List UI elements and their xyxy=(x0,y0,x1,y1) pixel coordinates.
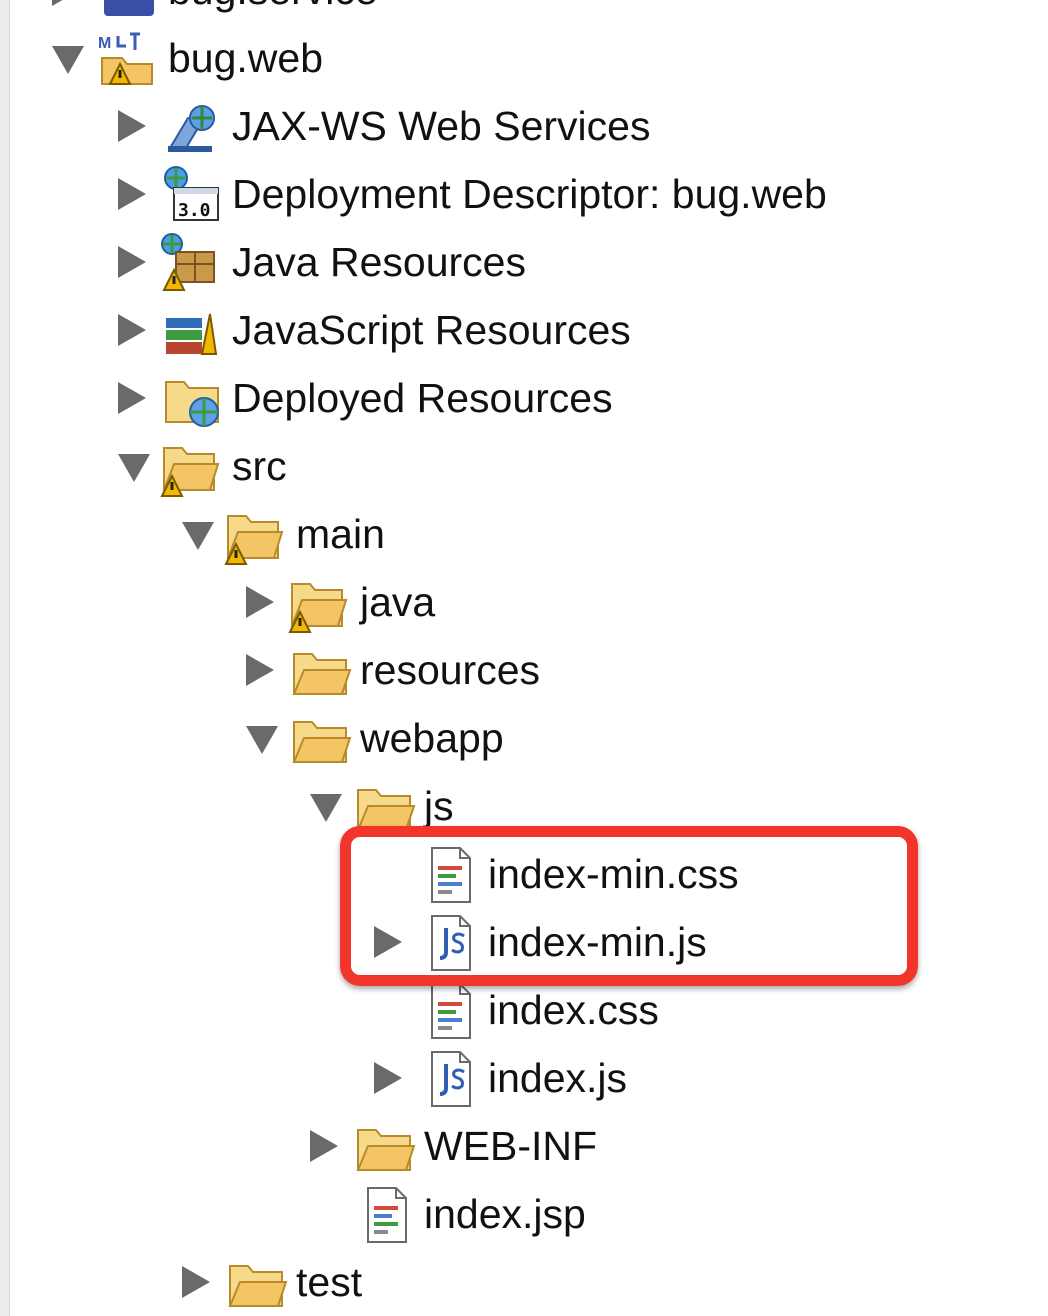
css-file-icon xyxy=(420,980,482,1042)
highlight-annotation-box xyxy=(340,826,918,986)
folder-icon xyxy=(290,708,352,770)
collapse-arrow-icon[interactable] xyxy=(182,522,214,550)
tree-row-label: index.js xyxy=(488,1055,628,1101)
java-resources-warning-icon xyxy=(158,232,220,294)
folder-warning-icon xyxy=(158,436,220,498)
expand-arrow-icon[interactable] xyxy=(374,1062,402,1094)
js-file-icon xyxy=(420,1048,482,1110)
tree-row-label: java xyxy=(360,579,436,625)
tree-row-label: main xyxy=(296,511,385,557)
expand-arrow-icon[interactable] xyxy=(118,382,146,414)
tree-row-label: Deployment Descriptor: bug.web xyxy=(232,171,827,217)
expand-arrow-icon[interactable] xyxy=(118,110,146,142)
deployed-resources-icon xyxy=(162,368,224,430)
expand-arrow-icon[interactable] xyxy=(118,246,146,278)
version-badge: 3.0 xyxy=(178,200,211,221)
folder-warning-icon xyxy=(222,504,284,566)
jsp-file-icon xyxy=(356,1184,418,1246)
tree-row-label: test xyxy=(296,1259,363,1305)
tree-row-label: WEB-INF xyxy=(424,1123,598,1169)
tree-row-label: Java Resources xyxy=(232,239,526,285)
maven-web-project-warning-icon: M xyxy=(96,28,158,90)
folder-icon xyxy=(226,1252,288,1314)
folder-warning-icon xyxy=(286,572,348,634)
expand-arrow-icon[interactable] xyxy=(246,586,274,618)
folder-icon xyxy=(354,1116,416,1178)
expand-arrow-icon[interactable] xyxy=(118,178,146,210)
folder-icon xyxy=(290,640,352,702)
expand-arrow-icon[interactable] xyxy=(310,1130,338,1162)
tree-row-label: resources xyxy=(360,647,541,693)
svg-text:M: M xyxy=(98,35,111,52)
javascript-resources-icon xyxy=(162,300,224,362)
tree-row-label: JAX-WS Web Services xyxy=(232,103,651,149)
expand-arrow-icon[interactable] xyxy=(246,654,274,686)
jaxws-services-icon xyxy=(162,96,224,158)
collapse-arrow-icon[interactable] xyxy=(246,726,278,754)
tree-row-label: index.css xyxy=(488,987,659,1033)
project-explorer-tree[interactable]: bug.service M bug.web JAX-WS Web S xyxy=(0,0,1048,1316)
collapse-arrow-icon[interactable] xyxy=(310,794,342,822)
deployment-descriptor-icon: 3.0 xyxy=(162,164,224,226)
tree-row-label: JavaScript Resources xyxy=(232,307,631,353)
tree-row-label: js xyxy=(424,783,454,829)
expand-arrow-icon[interactable] xyxy=(52,0,80,6)
tree-row-label: index.jsp xyxy=(424,1191,586,1237)
tree-row-label: webapp xyxy=(360,715,504,761)
tree-row-label: Deployed Resources xyxy=(232,375,613,421)
tree-row-label: bug.web xyxy=(168,35,324,81)
collapse-arrow-icon[interactable] xyxy=(118,454,150,482)
expand-arrow-icon[interactable] xyxy=(118,314,146,346)
project-icon xyxy=(98,0,160,22)
tree-row-label: bug.service xyxy=(168,0,378,16)
tree-row-label: src xyxy=(232,443,287,489)
collapse-arrow-icon[interactable] xyxy=(52,46,84,74)
expand-arrow-icon[interactable] xyxy=(182,1266,210,1298)
